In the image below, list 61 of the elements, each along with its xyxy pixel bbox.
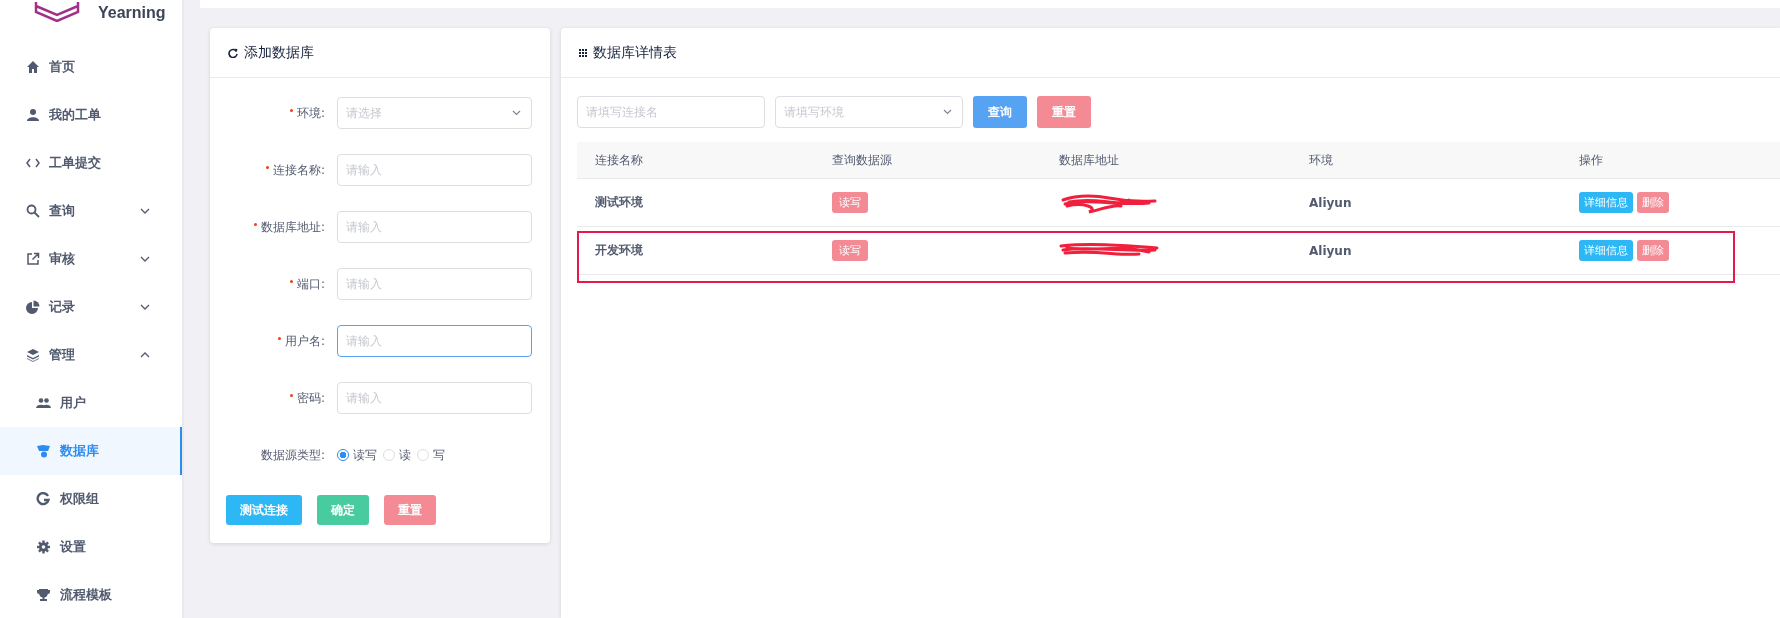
table-cell-text: 开发环境 (594, 242, 644, 259)
home-icon (26, 60, 40, 74)
g-letter-icon (36, 492, 51, 506)
radio-label: 读 (399, 446, 411, 464)
menu-item[interactable]: 用户 (0, 379, 182, 427)
menu-item[interactable]: 设置 (0, 523, 182, 571)
layers-icon (26, 348, 40, 362)
chevron-icon (512, 110, 521, 116)
logo-text: Yearning (98, 4, 166, 22)
field-label: 环境: (296, 104, 325, 122)
form-button[interactable]: 测试连接 (226, 495, 302, 525)
gear-icon (36, 540, 51, 554)
table-cell-text: Aliyun (1308, 243, 1353, 258)
trophy-icon (36, 588, 51, 602)
menu-item[interactable]: 记录 (0, 283, 182, 331)
filter-button[interactable]: 查询 (973, 96, 1027, 128)
grid-icon (579, 48, 587, 57)
field-label: 用户名: (284, 332, 325, 350)
search-icon (26, 204, 40, 218)
column-header: 操作 (1578, 151, 1604, 169)
people-icon (36, 396, 51, 410)
menu-item[interactable]: 工单提交 (0, 139, 182, 187)
source-tag: 读写 (832, 192, 868, 213)
row-action-button[interactable]: 删除 (1637, 240, 1669, 261)
menu-item[interactable]: 流程模板 (0, 571, 182, 618)
menu-item[interactable]: 查询 (0, 187, 182, 235)
table-cell-text: Aliyun (1308, 195, 1353, 210)
menu-item[interactable]: 首页 (0, 43, 182, 91)
radio-label: 写 (433, 446, 445, 464)
menu-item[interactable]: 管理 (0, 331, 182, 379)
radio-label: 读写 (353, 446, 377, 464)
column-header: 连接名称 (594, 151, 644, 169)
pie-chart-icon (26, 300, 40, 314)
row-action-button[interactable]: 删除 (1637, 192, 1669, 213)
row-action-button[interactable]: 详细信息 (1579, 192, 1633, 213)
field-label: 密码: (296, 389, 325, 407)
external-link-icon (26, 252, 40, 266)
chevron-icon (943, 109, 952, 115)
card-title: 添加数据库 (244, 43, 314, 62)
person-icon (26, 108, 40, 122)
column-header: 查询数据源 (831, 151, 893, 169)
source-tag: 读写 (832, 240, 868, 261)
form-button[interactable]: 重置 (384, 495, 436, 525)
field-label: 端口: (296, 275, 325, 293)
menu-item[interactable]: 我的工单 (0, 91, 182, 139)
row-action-button[interactable]: 详细信息 (1579, 240, 1633, 261)
menu-item[interactable]: 审核 (0, 235, 182, 283)
card-title: 数据库详情表 (593, 43, 677, 62)
table-cell-text: 测试环境 (594, 194, 644, 211)
column-header: 环境 (1308, 151, 1334, 169)
code-icon (26, 156, 40, 170)
field-label: 数据库地址: (260, 218, 325, 236)
radio-button[interactable] (337, 449, 349, 461)
menu-item[interactable]: 权限组 (0, 475, 182, 523)
menu-item[interactable]: 数据库 (0, 427, 182, 475)
column-header: 数据库地址 (1058, 151, 1120, 169)
refresh-icon (228, 47, 238, 58)
filter-button[interactable]: 重置 (1037, 96, 1091, 128)
field-label: 数据源类型: (260, 446, 325, 464)
field-label: 连接名称: (272, 161, 325, 179)
form-button[interactable]: 确定 (317, 495, 369, 525)
